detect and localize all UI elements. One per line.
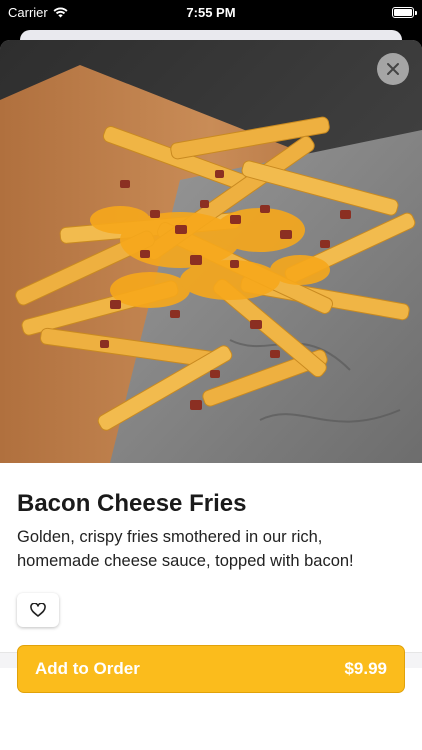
item-photo xyxy=(0,40,422,463)
heart-icon xyxy=(30,603,46,617)
carrier-label: Carrier xyxy=(8,4,48,20)
wifi-icon xyxy=(53,7,68,17)
close-button[interactable] xyxy=(377,53,409,85)
item-title: Bacon Cheese Fries xyxy=(17,490,247,517)
item-description: Golden, crispy fries smothered in our ri… xyxy=(17,528,354,570)
add-to-order-button[interactable]: Add to Order $9.99 xyxy=(17,645,405,693)
fries-illustration xyxy=(0,40,422,463)
favorite-button[interactable] xyxy=(17,593,59,627)
status-bar: Carrier 7:55 PM xyxy=(0,0,422,24)
item-detail-modal: Bacon Cheese Fries Golden, crispy fries … xyxy=(0,40,422,750)
add-to-order-label: Add to Order xyxy=(35,659,140,678)
close-icon xyxy=(387,63,399,75)
status-left: Carrier xyxy=(8,5,68,20)
item-price: $9.99 xyxy=(344,659,387,678)
battery-icon xyxy=(392,6,417,18)
